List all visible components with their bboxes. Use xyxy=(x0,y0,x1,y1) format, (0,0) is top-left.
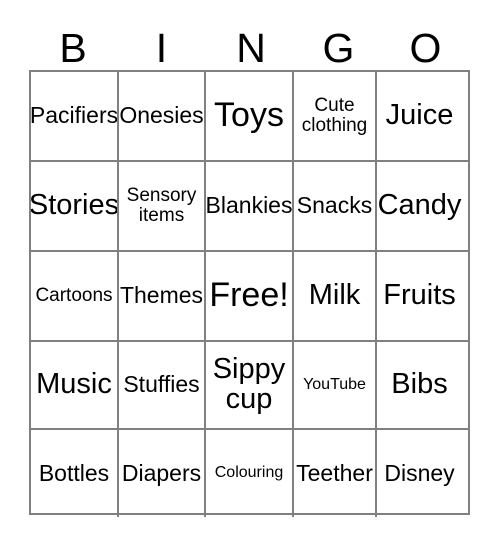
bingo-cell[interactable]: Fruits xyxy=(375,252,462,340)
bingo-header-letter-n: N xyxy=(236,25,266,71)
bingo-cell[interactable]: Stuffies xyxy=(117,342,204,428)
bingo-cell[interactable]: Diapers xyxy=(117,430,204,517)
bingo-cell[interactable]: Cartoons xyxy=(31,252,117,340)
bingo-cell[interactable]: Bibs xyxy=(375,342,462,428)
bingo-cell[interactable]: Cute clothing xyxy=(292,72,375,160)
bingo-cell[interactable]: Blankies xyxy=(204,162,292,250)
bingo-cell[interactable]: Toys xyxy=(204,72,292,160)
bingo-cell[interactable]: Sensory items xyxy=(117,162,204,250)
bingo-header-letter-g: G xyxy=(322,25,355,71)
bingo-cell[interactable]: Pacifiers xyxy=(31,72,117,160)
bingo-row: Pacifiers Onesies Toys Cute clothing Jui… xyxy=(31,72,468,160)
bingo-cell[interactable]: YouTube xyxy=(292,342,375,428)
bingo-cell[interactable]: Snacks xyxy=(292,162,375,250)
bingo-row: Music Stuffies Sippy cup YouTube Bibs xyxy=(31,340,468,428)
bingo-cell[interactable]: Teether xyxy=(292,430,375,517)
bingo-cell[interactable]: Stories xyxy=(31,162,117,250)
bingo-cell[interactable]: Juice xyxy=(375,72,462,160)
bingo-card: B I N G O Pacifiers Onesies Toys Cute cl… xyxy=(0,0,500,544)
bingo-header-letter-o: O xyxy=(409,25,442,71)
bingo-cell-free[interactable]: Free! xyxy=(204,252,292,340)
bingo-row: Stories Sensory items Blankies Snacks Ca… xyxy=(31,160,468,250)
bingo-cell[interactable]: Sippy cup xyxy=(204,342,292,428)
bingo-cell[interactable]: Milk xyxy=(292,252,375,340)
bingo-header-letter-b: B xyxy=(59,25,87,71)
bingo-header-row: B I N G O xyxy=(29,22,470,70)
bingo-row: Bottles Diapers Colouring Teether Disney xyxy=(31,428,468,517)
bingo-cell[interactable]: Colouring xyxy=(204,430,292,517)
bingo-grid: Pacifiers Onesies Toys Cute clothing Jui… xyxy=(29,70,470,517)
bingo-cell[interactable]: Themes xyxy=(117,252,204,340)
bingo-cell[interactable]: Onesies xyxy=(117,72,204,160)
bingo-row: Cartoons Themes Free! Milk Fruits xyxy=(31,250,468,340)
bingo-header-letter-i: I xyxy=(155,25,168,71)
bingo-cell[interactable]: Candy xyxy=(375,162,462,250)
bingo-cell[interactable]: Music xyxy=(31,342,117,428)
bingo-cell[interactable]: Disney xyxy=(375,430,462,517)
bingo-cell[interactable]: Bottles xyxy=(31,430,117,517)
